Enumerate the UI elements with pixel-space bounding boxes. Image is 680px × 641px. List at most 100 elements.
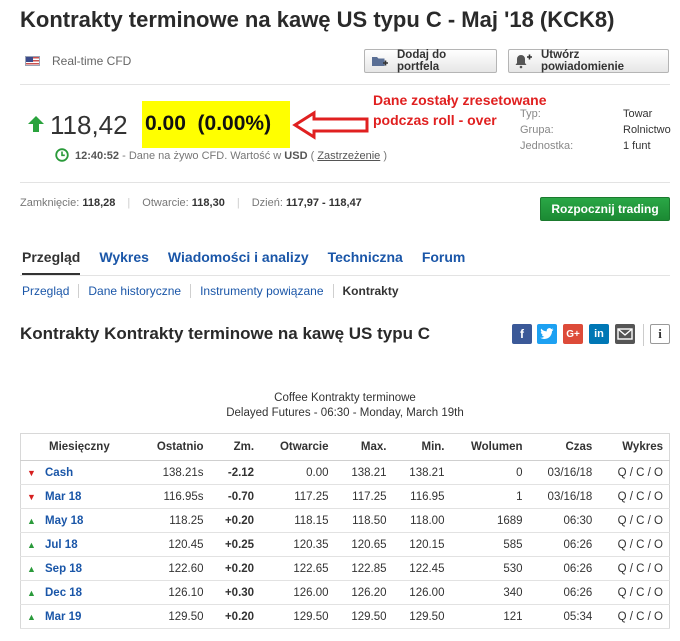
- price-currency: USD: [284, 150, 308, 162]
- cell-high: 138.21: [334, 460, 393, 485]
- annotation-arrow-icon: [292, 110, 370, 145]
- cell-last: 120.45: [137, 532, 210, 557]
- col-time[interactable]: Czas: [528, 433, 599, 461]
- cell-time: 06:26: [528, 580, 599, 605]
- subtab-contracts[interactable]: Kontrakty: [343, 284, 408, 298]
- price-time: 12:40:52: [75, 150, 120, 162]
- chart-links[interactable]: Q / C / O: [598, 484, 670, 509]
- cell-low: 116.95: [392, 484, 451, 509]
- divider: [20, 182, 670, 183]
- meta-label-unit: Jednostka:: [520, 140, 574, 152]
- tab-chart[interactable]: Wykres: [99, 249, 149, 265]
- price-change: 0.00 (0.00%): [145, 112, 272, 135]
- cell-change: +0.20: [209, 556, 261, 581]
- price-timestamp: 12:40:52 - Dane na żywo CFD. Wartość w U…: [75, 150, 387, 162]
- open-value: 118,30: [191, 197, 225, 209]
- col-open[interactable]: Otwarcie: [260, 433, 335, 461]
- create-alert-label: Utwórz powiadomienie: [541, 49, 625, 73]
- contract-month-link[interactable]: Cash: [45, 467, 73, 479]
- cell-volume: 121: [450, 604, 529, 629]
- tab-news-analysis[interactable]: Wiadomości i analizy: [168, 249, 309, 265]
- chart-links[interactable]: Q / C / O: [598, 532, 670, 557]
- col-low[interactable]: Min.: [392, 433, 451, 461]
- table-row: ▲ Sep 18 122.60 +0.20 122.65 122.85 122.45 530 0…: [20, 556, 670, 581]
- contract-month-link[interactable]: Jul 18: [45, 539, 78, 551]
- subtab-overview[interactable]: Przegląd: [22, 284, 80, 298]
- arrow-down-icon: ▼: [27, 467, 36, 478]
- table-header-row: Miesięczny Ostatnio Zm. Otwarcie Max. Mi…: [20, 433, 670, 461]
- facebook-share-icon[interactable]: f: [512, 324, 532, 344]
- cell-change: +0.30: [209, 580, 261, 605]
- portfolio-add-icon: [371, 53, 389, 69]
- table-caption-subtitle: Delayed Futures - 06:30 - Monday, March …: [226, 407, 464, 419]
- info-icon[interactable]: i: [650, 324, 670, 344]
- share-separator: [643, 324, 644, 346]
- meta-label-type: Typ:: [520, 108, 541, 120]
- cell-volume: 0: [450, 460, 529, 485]
- subtab-related-instruments[interactable]: Instrumenty powiązane: [200, 284, 334, 298]
- subtab-historical-data[interactable]: Dane historyczne: [88, 284, 192, 298]
- cell-open: 122.65: [260, 556, 335, 581]
- cell-change: +0.20: [209, 508, 261, 533]
- cell-change: -0.70: [209, 484, 261, 509]
- twitter-share-icon[interactable]: [537, 324, 557, 344]
- cell-month: ▲ Jul 18: [20, 532, 138, 557]
- googleplus-share-icon[interactable]: G+: [563, 324, 583, 344]
- cell-time: 03/16/18: [528, 460, 599, 485]
- contract-month-link[interactable]: Mar 18: [45, 491, 81, 503]
- col-volume[interactable]: Wolumen: [450, 433, 529, 461]
- create-alert-button[interactable]: Utwórz powiadomienie: [508, 49, 669, 73]
- col-month[interactable]: Miesięczny: [20, 433, 138, 461]
- contract-month-link[interactable]: Sep 18: [45, 563, 82, 575]
- table-row: ▲ May 18 118.25 +0.20 118.15 118.50 118.00 1689…: [20, 508, 670, 533]
- col-high[interactable]: Max.: [334, 433, 393, 461]
- email-share-icon[interactable]: [615, 324, 635, 344]
- cell-high: 120.65: [334, 532, 393, 557]
- price-up-arrow-icon: [27, 115, 45, 133]
- tab-technical[interactable]: Techniczna: [328, 249, 403, 265]
- contract-month-link[interactable]: May 18: [45, 515, 83, 527]
- cell-volume: 1689: [450, 508, 529, 533]
- tab-overview[interactable]: Przegląd: [22, 249, 80, 265]
- open-label: Otwarcie:: [142, 197, 189, 209]
- add-to-portfolio-button[interactable]: Dodaj do portfela: [364, 49, 497, 73]
- divider: [20, 84, 670, 85]
- cell-month: ▼ Mar 18: [20, 484, 138, 509]
- contract-month-link[interactable]: Dec 18: [45, 587, 82, 599]
- meta-label-group: Grupa:: [520, 124, 554, 136]
- start-trading-button[interactable]: Rozpocznij trading: [540, 197, 670, 221]
- cell-last: 126.10: [137, 580, 210, 605]
- arrow-up-icon: ▲: [27, 515, 36, 526]
- chart-links[interactable]: Q / C / O: [598, 460, 670, 485]
- cell-open: 129.50: [260, 604, 335, 629]
- chart-links[interactable]: Q / C / O: [598, 556, 670, 581]
- chart-links[interactable]: Q / C / O: [598, 508, 670, 533]
- cell-low: 138.21: [392, 460, 451, 485]
- cell-open: 126.00: [260, 580, 335, 605]
- main-tabs: Przegląd Wykres Wiadomości i analizy Tec…: [22, 249, 484, 265]
- cell-month: ▲ May 18: [20, 508, 138, 533]
- linkedin-share-icon[interactable]: in: [589, 324, 609, 344]
- cell-low: 120.15: [392, 532, 451, 557]
- cell-volume: 585: [450, 532, 529, 557]
- page-title: Kontrakty terminowe na kawę US typu C - …: [20, 7, 615, 32]
- us-flag-icon: [25, 56, 40, 66]
- col-change[interactable]: Zm.: [209, 433, 261, 461]
- chart-links[interactable]: Q / C / O: [598, 580, 670, 605]
- stats-separator: |: [127, 197, 131, 209]
- arrow-up-icon: ▲: [27, 563, 36, 574]
- contract-month-link[interactable]: Mar 19: [45, 611, 81, 623]
- col-last[interactable]: Ostatnio: [137, 433, 210, 461]
- price-time-note: - Dane na żywo CFD. Wartość w: [119, 150, 285, 162]
- chart-links[interactable]: Q / C / O: [598, 604, 670, 629]
- cell-last: 138.21s: [137, 460, 210, 485]
- cell-high: 118.50: [334, 508, 393, 533]
- disclaimer-link[interactable]: Zastrzeżenie: [317, 150, 380, 162]
- cell-volume: 1: [450, 484, 529, 509]
- tab-forum[interactable]: Forum: [422, 249, 466, 265]
- day-range-label: Dzień:: [251, 197, 283, 209]
- arrow-up-icon: ▲: [27, 539, 36, 550]
- cell-month: ▼ Cash: [20, 460, 138, 485]
- meta-value-group: Rolnictwo: [623, 124, 671, 136]
- divider: [20, 275, 670, 276]
